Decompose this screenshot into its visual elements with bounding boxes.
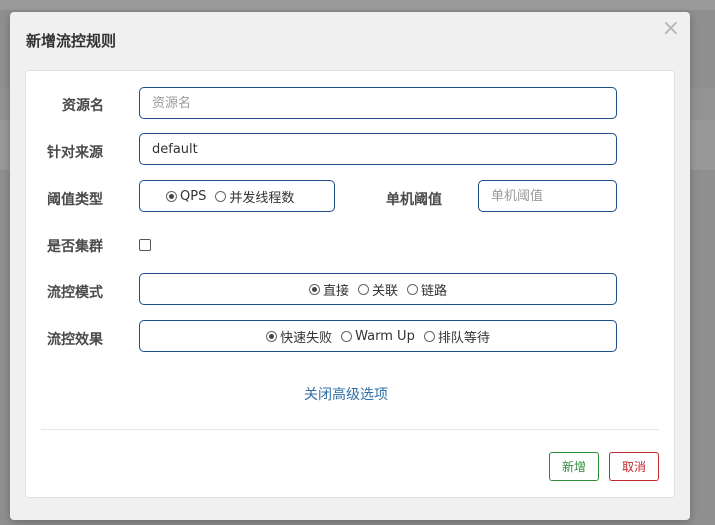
threshold-type-label: 阈值类型 — [47, 192, 103, 208]
background-strip — [0, 0, 715, 10]
single-threshold-input[interactable] — [478, 180, 617, 212]
option-label: 链路 — [421, 283, 448, 299]
cluster-label: 是否集群 — [47, 239, 103, 255]
flow-mode-direct[interactable]: 直接 — [308, 280, 349, 299]
radio-unchecked-icon[interactable] — [407, 283, 418, 295]
flow-mode-chain[interactable]: 链路 — [407, 280, 447, 299]
option-label: 快速失败 — [280, 330, 333, 346]
add-flow-rule-dialog: 新增流控规则 × 资源名 针对来源 阈值类型 QPS 并发线程数 单机阈值 是否… — [10, 12, 690, 520]
control-behavior-group: 快速失败 Warm Up 排队等待 — [139, 320, 617, 352]
cancel-button[interactable]: 取消 — [609, 452, 659, 481]
threshold-type-thread[interactable]: 并发线程数 — [215, 187, 294, 206]
footer-divider — [41, 429, 659, 430]
radio-unchecked-icon[interactable] — [215, 190, 227, 202]
flow-mode-relate[interactable]: 关联 — [357, 280, 398, 299]
toggle-advanced-options-link[interactable]: 关闭高级选项 — [304, 384, 388, 404]
option-label: 并发线程数 — [229, 190, 295, 206]
radio-unchecked-icon[interactable] — [423, 330, 435, 342]
single-threshold-label: 单机阈值 — [386, 192, 442, 208]
radio-unchecked-icon[interactable] — [341, 330, 353, 342]
radio-checked-icon[interactable] — [308, 283, 320, 295]
radio-checked-icon[interactable] — [166, 190, 177, 202]
resource-input[interactable] — [139, 87, 617, 119]
limit-app-label: 针对来源 — [47, 145, 103, 161]
option-label: QPS — [180, 188, 207, 204]
cluster-checkbox[interactable] — [139, 239, 151, 251]
flow-mode-group: 直接 关联 链路 — [139, 273, 617, 305]
control-behavior-warm-up[interactable]: Warm Up — [341, 329, 415, 344]
option-label: 排队等待 — [437, 330, 490, 346]
radio-unchecked-icon[interactable] — [357, 283, 369, 295]
resource-label: 资源名 — [62, 98, 104, 114]
threshold-type-group: QPS 并发线程数 — [139, 180, 335, 212]
add-button[interactable]: 新增 — [549, 452, 599, 481]
option-label: 关联 — [371, 283, 398, 299]
close-icon[interactable]: × — [662, 18, 680, 40]
flow-mode-label: 流控模式 — [47, 285, 103, 301]
limit-app-input[interactable] — [139, 133, 617, 165]
dialog-title: 新增流控规则 — [26, 32, 117, 50]
form-panel: 资源名 针对来源 阈值类型 QPS 并发线程数 单机阈值 是否集群 流控模式 — [25, 70, 675, 498]
threshold-type-qps[interactable]: QPS — [166, 189, 206, 204]
control-behavior-label: 流控效果 — [47, 332, 103, 348]
radio-checked-icon[interactable] — [266, 330, 278, 342]
control-behavior-queue[interactable]: 排队等待 — [423, 327, 490, 346]
option-label: Warm Up — [355, 328, 415, 344]
control-behavior-fast-fail[interactable]: 快速失败 — [266, 327, 332, 346]
option-label: 直接 — [322, 283, 349, 299]
